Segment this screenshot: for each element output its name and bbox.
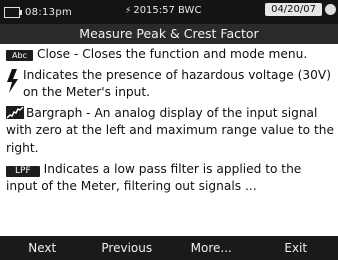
- bolt-icon: ⚡: [125, 5, 132, 16]
- help-item-text: Indicates the presence of hazardous volt…: [23, 67, 331, 100]
- lpf-key-icon: LPF: [6, 165, 40, 177]
- status-bar: 08:13pm ⚡ 2015:57 BWC 04/20/07: [0, 0, 338, 24]
- page-title-text: Measure Peak & Crest Factor: [79, 26, 259, 41]
- softkey-bar: Next Previous More... Exit: [0, 236, 338, 260]
- status-time: 08:13pm: [25, 6, 73, 18]
- help-item-text: Close - Closes the function and mode men…: [36, 47, 308, 61]
- exit-button[interactable]: Exit: [254, 236, 338, 260]
- status-center-text: 2015:57 BWC: [133, 5, 202, 16]
- help-item-hazard: Indicates the presence of hazardous volt…: [0, 67, 338, 102]
- help-item-close: Abc Close - Closes the function and mode …: [0, 46, 338, 64]
- help-content: Abc Close - Closes the function and mode …: [0, 46, 338, 234]
- help-item-text: Indicates a low pass filter is applied t…: [6, 161, 302, 194]
- close-key-icon: Abc: [6, 50, 33, 61]
- page-title: Measure Peak & Crest Factor: [0, 24, 338, 44]
- more-button[interactable]: More...: [169, 236, 254, 260]
- bargraph-icon: [6, 105, 24, 119]
- meter-screen: 08:13pm ⚡ 2015:57 BWC 04/20/07 Measure P…: [0, 0, 338, 260]
- status-left: 08:13pm: [4, 4, 72, 20]
- status-center: ⚡ 2015:57 BWC: [125, 5, 201, 16]
- status-date: 04/20/07: [265, 3, 322, 16]
- status-circle-icon: [325, 4, 336, 15]
- next-button[interactable]: Next: [0, 236, 85, 260]
- status-right: 04/20/07: [265, 3, 336, 16]
- help-item-bargraph: Bargraph - An analog display of the inpu…: [0, 105, 338, 158]
- battery-icon: [4, 6, 22, 18]
- help-item-lpf: LPF Indicates a low pass filter is applie…: [0, 161, 338, 196]
- previous-button[interactable]: Previous: [85, 236, 170, 260]
- help-item-text: Bargraph - An analog display of the inpu…: [6, 105, 334, 155]
- lightning-bolt-icon: [7, 68, 18, 93]
